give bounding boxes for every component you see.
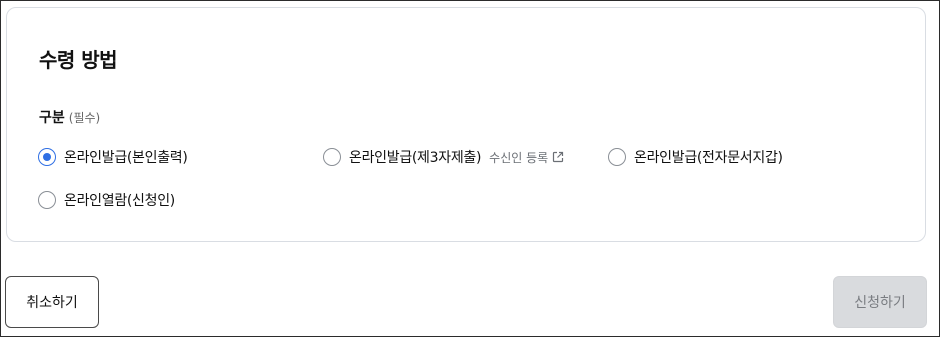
radio-option-online-third-party[interactable]: 온라인발급(제3자제출) 수신인 등록 [323, 147, 564, 167]
radio-label: 온라인열람(신청인) [64, 193, 175, 209]
recipient-register-label: 수신인 등록 [489, 150, 549, 165]
receipt-method-card: 수령 방법 구분 (필수) 온라인발급(본인출력) 온라인발급(제3자제출) 수신… [6, 7, 926, 242]
required-hint: (필수) [68, 111, 101, 125]
external-link-icon [553, 151, 564, 163]
field-label-text: 구분 [39, 110, 65, 126]
submit-button[interactable]: 신청하기 [833, 276, 927, 328]
cancel-button[interactable]: 취소하기 [5, 276, 99, 328]
section-title: 수령 방법 [39, 48, 118, 72]
radio-label: 온라인발급(제3자제출) [349, 150, 482, 166]
radio-button[interactable] [38, 191, 56, 209]
radio-button[interactable] [608, 148, 626, 166]
radio-button[interactable] [323, 148, 341, 166]
radio-option-online-view[interactable]: 온라인열람(신청인) [38, 190, 175, 210]
field-label: 구분 (필수) [39, 107, 100, 127]
radio-button-checked[interactable] [38, 148, 56, 166]
radio-label: 온라인발급(본인출력) [64, 150, 188, 166]
recipient-register-link[interactable]: 수신인 등록 [489, 149, 564, 166]
radio-option-online-self-print[interactable]: 온라인발급(본인출력) [38, 147, 188, 167]
radio-option-online-e-wallet[interactable]: 온라인발급(전자문서지갑) [608, 147, 783, 167]
radio-label: 온라인발급(전자문서지갑) [634, 150, 783, 166]
